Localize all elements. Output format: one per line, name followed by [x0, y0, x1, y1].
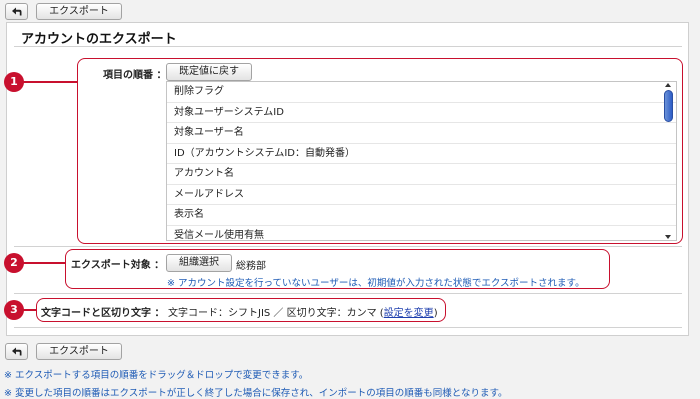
scroll-up-icon[interactable]: [665, 83, 671, 87]
list-item[interactable]: 削除フラグ: [167, 82, 676, 103]
export-button[interactable]: エクスポート: [36, 3, 122, 20]
title-divider: [14, 46, 682, 47]
section-divider: [14, 246, 682, 247]
scroll-down-icon[interactable]: [665, 235, 671, 239]
export-target-value: 総務部: [236, 261, 266, 272]
reset-default-button[interactable]: 既定値に戻す: [166, 63, 252, 81]
export-target-label: エクスポート対象 ：: [71, 260, 165, 271]
list-item[interactable]: 対象ユーザーシステムID: [167, 103, 676, 123]
encoding-value: 文字コード：シフトJIS ／ 区切り文字：カンマ (: [168, 308, 384, 319]
export-target-note: ※ アカウント設定を行っていないユーザーは、初期値が入力された状態でエクスポート…: [167, 278, 585, 289]
item-order-label: 項目の順番 ：: [103, 70, 167, 81]
list-item[interactable]: 対象ユーザー名: [167, 123, 676, 144]
item-order-list[interactable]: 削除フラグ 対象ユーザーシステムID 対象ユーザー名 ID（アカウントシステムI…: [166, 81, 677, 241]
scroll-thumb[interactable]: [664, 90, 673, 122]
callout-marker-3: 3: [4, 300, 24, 320]
change-settings-link[interactable]: 設定を変更: [384, 308, 434, 319]
list-item[interactable]: 表示名: [167, 205, 676, 226]
list-item[interactable]: アカウント名: [167, 164, 676, 185]
encoding-label: 文字コードと区切り文字 ：: [41, 308, 165, 319]
back-button[interactable]: [5, 3, 28, 20]
select-organization-button[interactable]: 組織選択: [166, 254, 232, 272]
callout-marker-2: 2: [4, 253, 24, 273]
export-button-bottom[interactable]: エクスポート: [36, 343, 122, 360]
callout-leader-3: [22, 309, 37, 311]
footnote-order-saved: ※ 変更した項目の順番はエクスポートが正しく終了した場合に保存され、インポートの…: [4, 388, 508, 399]
back-button-bottom[interactable]: [5, 343, 28, 360]
section-divider: [14, 327, 682, 328]
callout-leader-2: [22, 262, 66, 264]
list-item[interactable]: メールアドレス: [167, 185, 676, 205]
list-item[interactable]: 受信メール使用有無: [167, 226, 676, 241]
callout-leader-1: [22, 81, 78, 83]
back-arrow-icon: [12, 7, 22, 16]
section-divider: [14, 293, 682, 294]
back-arrow-icon: [12, 347, 22, 356]
encoding-value-line: 文字コード：シフトJIS ／ 区切り文字：カンマ (設定を変更): [168, 304, 438, 319]
page-title: アカウントのエクスポート: [21, 32, 177, 47]
callout-marker-1: 1: [4, 72, 24, 92]
list-scrollbar[interactable]: [664, 83, 673, 239]
encoding-close-paren: ): [433, 308, 438, 319]
footnote-drag-drop: ※ エクスポートする項目の順番をドラッグ＆ドロップで変更できます。: [4, 370, 309, 381]
list-item[interactable]: ID（アカウントシステムID：自動発番）: [167, 144, 676, 164]
